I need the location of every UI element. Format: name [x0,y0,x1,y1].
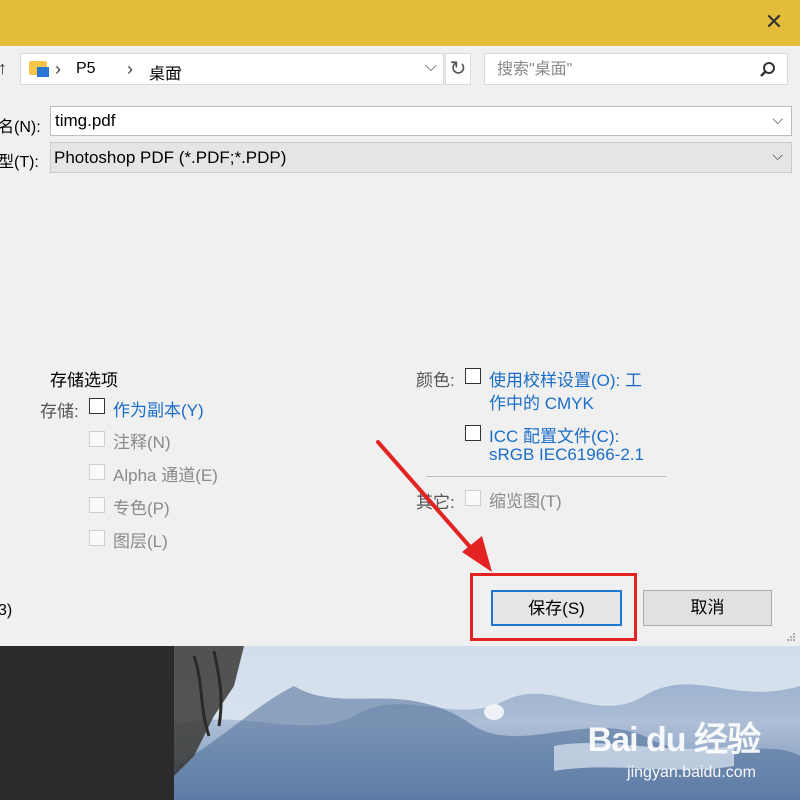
workspace-background [0,646,174,800]
watermark-brand: Bai du 经验 [587,721,761,759]
resize-grip-icon[interactable] [786,632,796,642]
watermark-url: jingyan.baidu.com [627,764,756,781]
